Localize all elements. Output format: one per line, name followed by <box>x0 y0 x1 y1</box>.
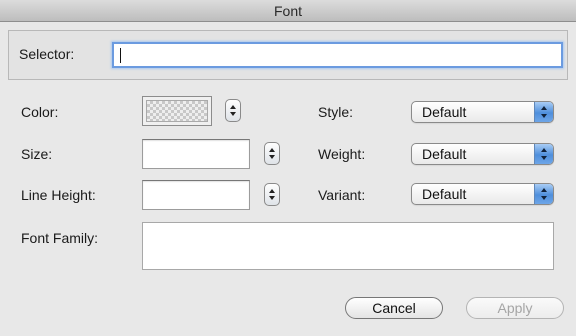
font-family-label: Font Family: <box>21 230 99 246</box>
cancel-button[interactable]: Cancel <box>345 297 443 319</box>
apply-button[interactable]: Apply <box>466 297 564 319</box>
up-arrow-icon <box>269 148 275 152</box>
font-family-input[interactable] <box>142 222 554 270</box>
style-popup[interactable]: Default <box>411 101 554 123</box>
selector-panel: Selector: <box>8 30 568 80</box>
popup-arrows-icon <box>534 184 553 204</box>
variant-value: Default <box>422 186 467 202</box>
text-caret <box>120 48 121 63</box>
color-swatch <box>146 100 208 122</box>
size-label: Size: <box>21 146 53 162</box>
size-input[interactable] <box>142 139 250 169</box>
selector-input[interactable] <box>112 42 563 68</box>
line-height-stepper[interactable] <box>264 183 280 206</box>
up-arrow-icon <box>269 189 275 193</box>
window-title: Font <box>0 0 576 22</box>
down-arrow-icon <box>541 156 547 160</box>
down-arrow-icon <box>230 112 236 116</box>
line-height-input[interactable] <box>142 180 250 210</box>
line-height-label: Line Height: <box>21 187 96 203</box>
down-arrow-icon <box>541 114 547 118</box>
selector-label: Selector: <box>19 46 75 62</box>
down-arrow-icon <box>541 196 547 200</box>
weight-popup[interactable]: Default <box>411 143 554 165</box>
font-dialog: Font Selector: Color: Style: Default Siz… <box>0 0 576 336</box>
variant-label: Variant: <box>318 187 366 203</box>
style-label: Style: <box>318 104 354 120</box>
up-arrow-icon <box>541 148 547 152</box>
size-stepper[interactable] <box>264 142 280 165</box>
weight-label: Weight: <box>318 146 366 162</box>
color-well[interactable] <box>142 96 212 126</box>
up-arrow-icon <box>541 106 547 110</box>
up-arrow-icon <box>541 188 547 192</box>
weight-value: Default <box>422 146 467 162</box>
style-value: Default <box>422 104 467 120</box>
down-arrow-icon <box>269 196 275 200</box>
color-stepper[interactable] <box>225 99 241 122</box>
up-arrow-icon <box>230 105 236 109</box>
popup-arrows-icon <box>534 144 553 164</box>
color-label: Color: <box>21 104 59 120</box>
down-arrow-icon <box>269 155 275 159</box>
popup-arrows-icon <box>534 102 553 122</box>
variant-popup[interactable]: Default <box>411 183 554 205</box>
